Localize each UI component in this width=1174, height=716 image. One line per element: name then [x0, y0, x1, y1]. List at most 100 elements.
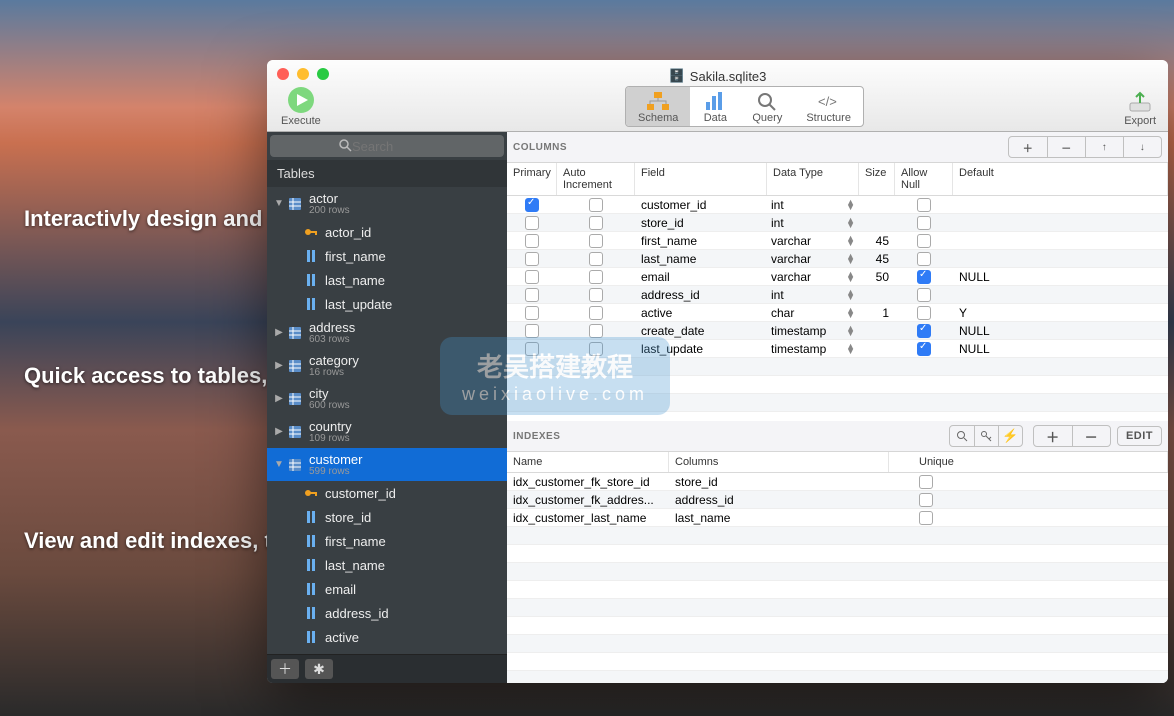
- size-cell[interactable]: 50: [859, 270, 895, 284]
- primary-checkbox[interactable]: [525, 234, 539, 248]
- field-name-cell[interactable]: store_id: [635, 216, 767, 230]
- tab-structure[interactable]: </> Structure: [794, 87, 863, 126]
- size-cell[interactable]: 1: [859, 306, 895, 320]
- data-type-cell[interactable]: varchar▲▼: [767, 270, 859, 284]
- primary-checkbox[interactable]: [525, 342, 539, 356]
- data-type-cell[interactable]: int▲▼: [767, 216, 859, 230]
- disclosure-icon[interactable]: ▶: [273, 360, 285, 371]
- header-index-columns[interactable]: Columns: [669, 452, 889, 472]
- type-stepper-icon[interactable]: ▲▼: [846, 200, 855, 210]
- tab-query[interactable]: Query: [740, 87, 794, 126]
- index-row[interactable]: idx_customer_fk_store_idstore_id: [507, 473, 1168, 491]
- primary-checkbox[interactable]: [525, 216, 539, 230]
- header-allow-null[interactable]: Allow Null: [895, 163, 953, 195]
- data-type-cell[interactable]: int▲▼: [767, 198, 859, 212]
- primary-checkbox[interactable]: [525, 270, 539, 284]
- export-button[interactable]: Export: [1124, 91, 1156, 127]
- execute-button[interactable]: Execute: [281, 85, 321, 127]
- add-table-button[interactable]: ＋: [271, 659, 299, 679]
- remove-column-button[interactable]: －: [1047, 137, 1085, 157]
- data-type-cell[interactable]: timestamp▲▼: [767, 324, 859, 338]
- allow-null-checkbox[interactable]: [917, 288, 931, 302]
- index-trigger-button[interactable]: ⚡: [998, 426, 1022, 446]
- default-cell[interactable]: NULL: [953, 342, 1168, 356]
- column-def-row[interactable]: store_idint▲▼: [507, 214, 1168, 232]
- close-button[interactable]: [277, 68, 289, 80]
- header-field[interactable]: Field: [635, 163, 767, 195]
- column-def-row[interactable]: emailvarchar▲▼50 NULL: [507, 268, 1168, 286]
- header-index-name[interactable]: Name: [507, 452, 669, 472]
- field-name-cell[interactable]: create_date: [635, 324, 767, 338]
- table-settings-button[interactable]: ✱: [305, 659, 333, 679]
- column-row-store_id[interactable]: store_id: [267, 505, 507, 529]
- table-row-country[interactable]: ▶country109 rows: [267, 415, 507, 448]
- move-column-up-button[interactable]: ↑: [1085, 137, 1123, 157]
- type-stepper-icon[interactable]: ▲▼: [846, 254, 855, 264]
- data-type-cell[interactable]: timestamp▲▼: [767, 342, 859, 356]
- autoincrement-checkbox[interactable]: [589, 324, 603, 338]
- field-name-cell[interactable]: first_name: [635, 234, 767, 248]
- primary-checkbox[interactable]: [525, 198, 539, 212]
- data-type-cell[interactable]: int▲▼: [767, 288, 859, 302]
- disclosure-icon[interactable]: ▶: [273, 393, 285, 404]
- field-name-cell[interactable]: last_update: [635, 342, 767, 356]
- search-input[interactable]: [270, 135, 504, 157]
- autoincrement-checkbox[interactable]: [589, 234, 603, 248]
- column-row-last_name[interactable]: last_name: [267, 268, 507, 292]
- disclosure-icon[interactable]: ▼: [273, 459, 285, 470]
- header-data-type[interactable]: Data Type: [767, 163, 859, 195]
- index-search-button[interactable]: [950, 426, 974, 446]
- header-default[interactable]: Default: [953, 163, 1168, 195]
- add-column-button[interactable]: ＋: [1009, 137, 1047, 157]
- column-row-active[interactable]: active: [267, 625, 507, 649]
- primary-checkbox[interactable]: [525, 252, 539, 266]
- edit-index-button[interactable]: Edit: [1117, 426, 1162, 446]
- size-cell[interactable]: 45: [859, 234, 895, 248]
- index-row[interactable]: idx_customer_last_namelast_name: [507, 509, 1168, 527]
- primary-checkbox[interactable]: [525, 306, 539, 320]
- allow-null-checkbox[interactable]: [917, 216, 931, 230]
- add-index-button[interactable]: ＋: [1034, 426, 1072, 446]
- unique-checkbox[interactable]: [919, 493, 933, 507]
- type-stepper-icon[interactable]: ▲▼: [846, 236, 855, 246]
- default-cell[interactable]: NULL: [953, 270, 1168, 284]
- disclosure-icon[interactable]: ▼: [273, 198, 285, 209]
- data-type-cell[interactable]: varchar▲▼: [767, 234, 859, 248]
- allow-null-checkbox[interactable]: [917, 252, 931, 266]
- autoincrement-checkbox[interactable]: [589, 252, 603, 266]
- column-def-row[interactable]: customer_idint▲▼: [507, 196, 1168, 214]
- tab-schema[interactable]: Schema: [626, 87, 690, 126]
- size-cell[interactable]: 45: [859, 252, 895, 266]
- primary-checkbox[interactable]: [525, 288, 539, 302]
- type-stepper-icon[interactable]: ▲▼: [846, 272, 855, 282]
- allow-null-checkbox[interactable]: [917, 306, 931, 320]
- column-row-last_name[interactable]: last_name: [267, 553, 507, 577]
- primary-checkbox[interactable]: [525, 324, 539, 338]
- column-row-first_name[interactable]: first_name: [267, 244, 507, 268]
- header-size[interactable]: Size: [859, 163, 895, 195]
- header-primary[interactable]: Primary: [507, 163, 557, 195]
- type-stepper-icon[interactable]: ▲▼: [846, 290, 855, 300]
- autoincrement-checkbox[interactable]: [589, 270, 603, 284]
- table-row-actor[interactable]: ▼actor200 rows: [267, 187, 507, 220]
- column-row-address_id[interactable]: address_id: [267, 601, 507, 625]
- column-row-last_update[interactable]: last_update: [267, 292, 507, 316]
- column-row-email[interactable]: email: [267, 577, 507, 601]
- unique-checkbox[interactable]: [919, 475, 933, 489]
- table-row-address[interactable]: ▶address603 rows: [267, 316, 507, 349]
- autoincrement-checkbox[interactable]: [589, 198, 603, 212]
- allow-null-checkbox[interactable]: [917, 342, 931, 356]
- default-cell[interactable]: Y: [953, 306, 1168, 320]
- field-name-cell[interactable]: email: [635, 270, 767, 284]
- table-row-category[interactable]: ▶category16 rows: [267, 349, 507, 382]
- data-type-cell[interactable]: varchar▲▼: [767, 252, 859, 266]
- table-row-customer[interactable]: ▼customer599 rows: [267, 448, 507, 481]
- index-key-button[interactable]: [974, 426, 998, 446]
- column-def-row[interactable]: address_idint▲▼: [507, 286, 1168, 304]
- remove-index-button[interactable]: －: [1072, 426, 1110, 446]
- type-stepper-icon[interactable]: ▲▼: [846, 344, 855, 354]
- index-row[interactable]: idx_customer_fk_addres...address_id: [507, 491, 1168, 509]
- column-def-row[interactable]: last_namevarchar▲▼45: [507, 250, 1168, 268]
- type-stepper-icon[interactable]: ▲▼: [846, 218, 855, 228]
- autoincrement-checkbox[interactable]: [589, 216, 603, 230]
